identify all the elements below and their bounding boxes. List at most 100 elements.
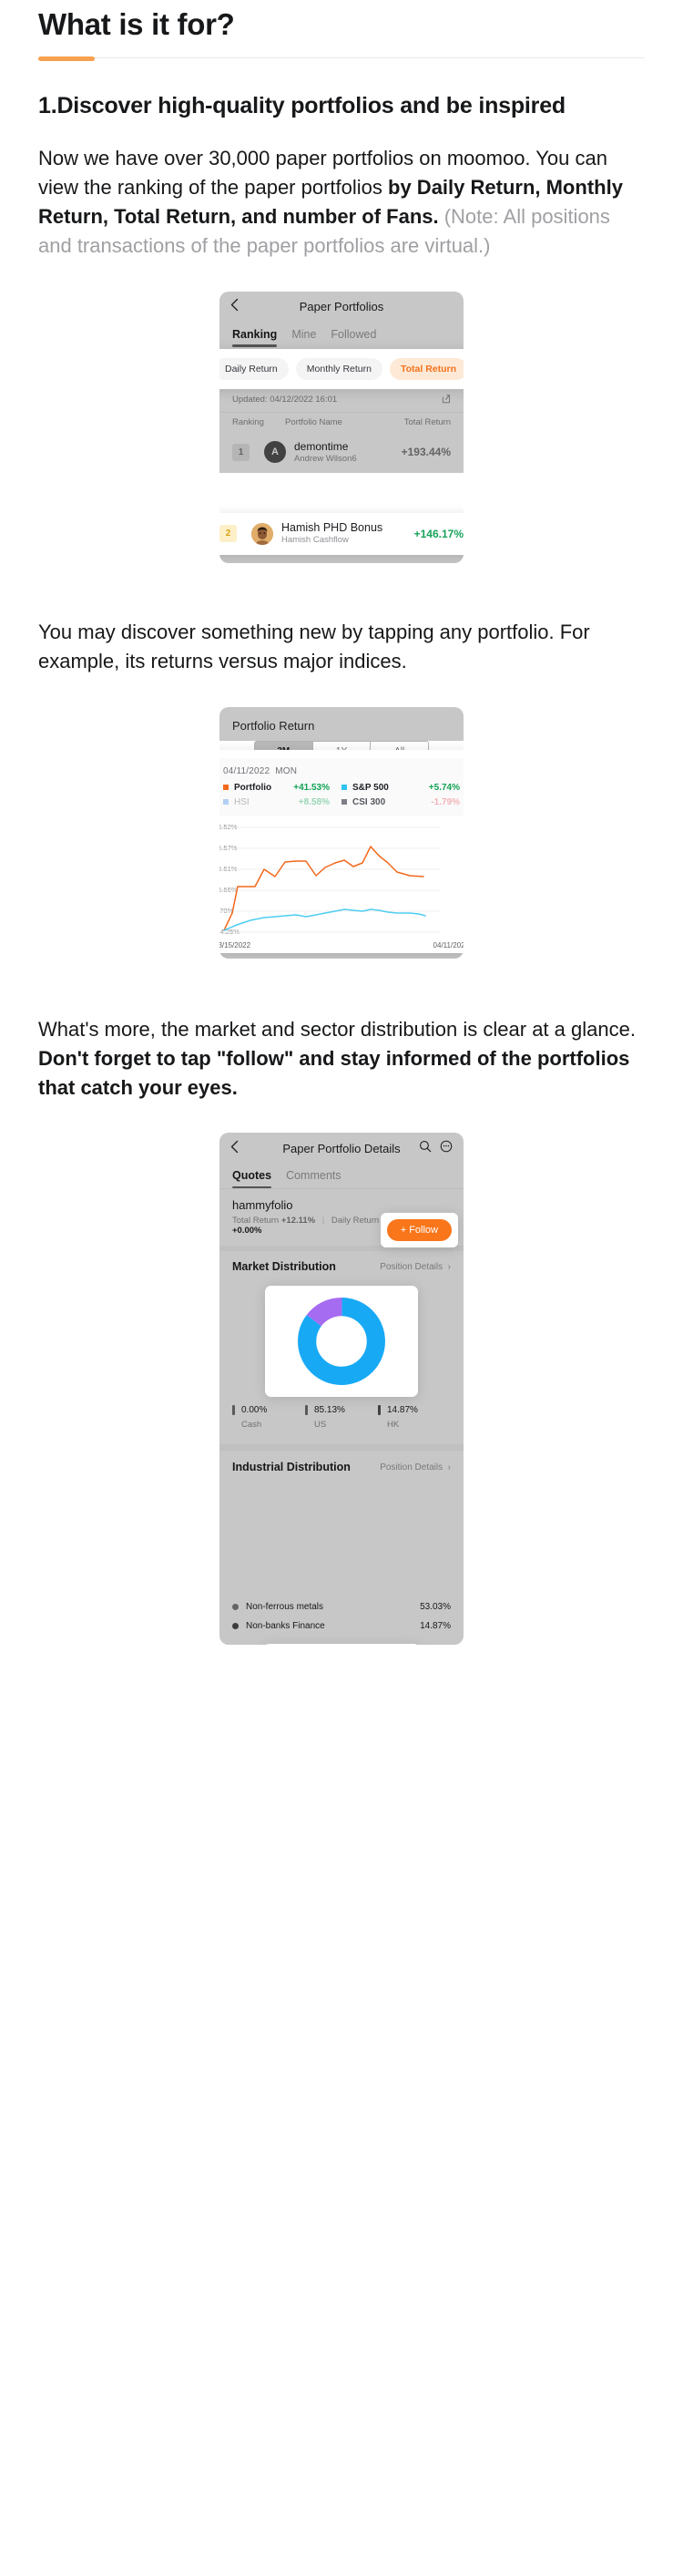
industrial-distribution-header: Industrial Distribution Position Details… (219, 1444, 464, 1483)
market-legend-item-cash: 0.00% Cash (232, 1405, 305, 1430)
legend-value-nonferrous: 53.03% (420, 1602, 451, 1613)
legend-hsi: HSI +8.58% (223, 797, 342, 807)
legend-value-nonbanks: 14.87% (420, 1621, 451, 1632)
chip-monthly-return[interactable]: Monthly Return (295, 357, 382, 380)
market-legend-top-us: 85.13% (305, 1405, 378, 1416)
return-value: +193.44% (401, 446, 451, 459)
tab-bar-3: Quotes Comments (219, 1164, 464, 1189)
article-page: What is it for? 1.Discover high-quality … (0, 0, 683, 2576)
tab-followed[interactable]: Followed (331, 328, 376, 347)
legend-label-nonbanks: Non-banks Finance (246, 1621, 325, 1632)
legend-value-hsi: +8.58% (298, 796, 330, 807)
portfolio-returns: Total Return +12.11% | Daily Return +0.0… (232, 1216, 379, 1236)
tab-comments[interactable]: Comments (286, 1169, 341, 1188)
daily-return-label: Daily Return (331, 1216, 380, 1226)
legend-swatch-sp500 (342, 785, 347, 791)
more-circle-icon[interactable] (440, 1140, 453, 1157)
tooltip-date-value: 04/11/2022 (223, 765, 270, 776)
industrial-legend-row: Non-banks Finance 14.87% (232, 1616, 451, 1636)
paragraph-3-lead: What's more, the market and sector distr… (38, 1017, 636, 1041)
industrial-donut-card (263, 1644, 420, 1646)
legend-label-csi300: CSI 300 (352, 796, 386, 807)
market-legend-top-hk: 14.87% (378, 1405, 451, 1416)
highlighted-portfolio-row[interactable]: 2 Hamish PHD Bonus Hamish Cashflow +146.… (219, 512, 464, 555)
x-axis-end: 04/11/2022 (433, 940, 464, 949)
industrial-position-details-link[interactable]: Position Details › (380, 1462, 451, 1473)
legend-sp500: S&P 500 +5.74% (342, 783, 460, 793)
column-headers: Ranking Portfolio Name Total Return (219, 411, 464, 432)
phone-frame-3: Paper Portfolio Details Quotes Comments (219, 1133, 464, 1646)
legend-label-hk: HK (387, 1420, 400, 1431)
tab-bar-1: Ranking Mine Followed (219, 322, 464, 347)
chip-total-return[interactable]: Total Return (389, 357, 464, 380)
follow-popout: + Follow (380, 1213, 458, 1248)
x-axis-start: 03/15/2022 (219, 940, 251, 949)
market-legend-item-hk: 14.87% HK (378, 1405, 451, 1430)
daily-return-value: +0.00% (232, 1226, 262, 1237)
rank-badge: 1 (232, 443, 250, 461)
tab-ranking[interactable]: Ranking (232, 328, 278, 347)
nav-actions (419, 1140, 453, 1157)
chip-daily-return[interactable]: Daily Return (219, 357, 289, 380)
portfolio-name: demontime (294, 439, 349, 453)
tooltip-legend-row-2: HSI +8.58% CSI 300 -1.79% (223, 797, 460, 807)
phone-frame-2: Portfolio Return 3M 1Y All Comment (219, 706, 464, 959)
total-return-value: +12.11% (280, 1216, 316, 1226)
legend-label-sp500: S&P 500 (352, 782, 389, 793)
market-donut-inner (265, 1286, 418, 1398)
paragraph-3-bold: Don't forget to tap "follow" and stay in… (38, 1046, 630, 1099)
updated-row: Updated: 04/12/2022 16:01 (219, 386, 464, 412)
market-legend-item-us: 85.13% US (305, 1405, 378, 1430)
legend-value-cash: 0.00% (241, 1405, 268, 1416)
table-row[interactable]: 2 Hamish PHD Bonus Hamish Cashflow +146.… (219, 512, 464, 555)
avatar (251, 522, 273, 545)
chevron-right-icon: › (444, 1462, 451, 1473)
legend-swatch-portfolio (223, 785, 229, 791)
industrial-donut-inner (263, 1644, 420, 1646)
legend-swatch-nonbanks (232, 1623, 239, 1630)
legend-swatch-hk (378, 1405, 381, 1416)
avatar: A (264, 441, 286, 464)
search-icon[interactable] (419, 1140, 432, 1157)
legend-swatch-hsi (223, 799, 229, 806)
market-legend-top-cash: 0.00% (232, 1405, 305, 1416)
screenshot-portfolio-return: Portfolio Return 3M 1Y All Comment (219, 706, 464, 959)
nav-title-1: Paper Portfolios (299, 300, 384, 314)
chevron-right-icon: › (444, 1261, 451, 1272)
table-row[interactable]: 1 A demontime Andrew Wilson6 +193.44% (219, 431, 464, 474)
tab-quotes[interactable]: Quotes (232, 1169, 272, 1189)
return-line-chart: 85.52% 65.57% 45.61% 25.66% 5.70% -14.25… (219, 823, 464, 939)
col-total-return: Total Return (403, 416, 451, 427)
legend-value-us: 85.13% (314, 1405, 345, 1416)
tab-mine[interactable]: Mine (291, 328, 316, 347)
legend-portfolio: Portfolio +41.53% (223, 783, 342, 793)
paragraph-1: Now we have over 30,000 paper portfolios… (38, 144, 645, 261)
portfolio-name: Hamish PHD Bonus (281, 520, 383, 534)
legend-value-csi300: -1.79% (431, 796, 460, 807)
industrial-distribution-title: Industrial Distribution (232, 1461, 351, 1474)
follow-button[interactable]: + Follow (386, 1219, 452, 1242)
chart-tooltip: 04/11/2022 MON Portfolio +41.53% S&P 500… (219, 757, 464, 816)
paragraph-2: You may discover something new by tappin… (38, 621, 590, 672)
portfolio-summary-left: hammyfolio Total Return +12.11% | Daily … (232, 1198, 379, 1236)
portfolio-owner: Hamish Cashflow (281, 535, 349, 546)
divider-accent (38, 56, 95, 61)
legend-label-hsi: HSI (234, 796, 250, 807)
market-position-details-link[interactable]: Position Details › (380, 1262, 451, 1272)
section-1-heading: 1.Discover high-quality portfolios and b… (38, 93, 566, 118)
legend-label-us: US (314, 1420, 327, 1431)
follow-button-wrap: + Follow (380, 1213, 458, 1248)
market-position-details-label: Position Details (380, 1261, 443, 1272)
legend-swatch-nonferrous (232, 1604, 239, 1611)
share-icon[interactable] (441, 394, 451, 406)
tooltip-weekday: MON (275, 765, 298, 776)
tooltip-legend-row-1: Portfolio +41.53% S&P 500 +5.74% (223, 783, 460, 793)
returns-divider: | (321, 1216, 325, 1226)
col-portfolio-name: Portfolio Name (285, 416, 342, 427)
industrial-position-details-label: Position Details (380, 1462, 443, 1473)
portfolio-name-cell: Hamish PHD Bonus Hamish Cashflow (281, 521, 414, 547)
col-ranking: Ranking (232, 416, 264, 427)
legend-value-sp500: +5.74% (428, 782, 460, 793)
industrial-donut-spacer (219, 1482, 464, 1594)
market-donut-card (265, 1286, 418, 1398)
